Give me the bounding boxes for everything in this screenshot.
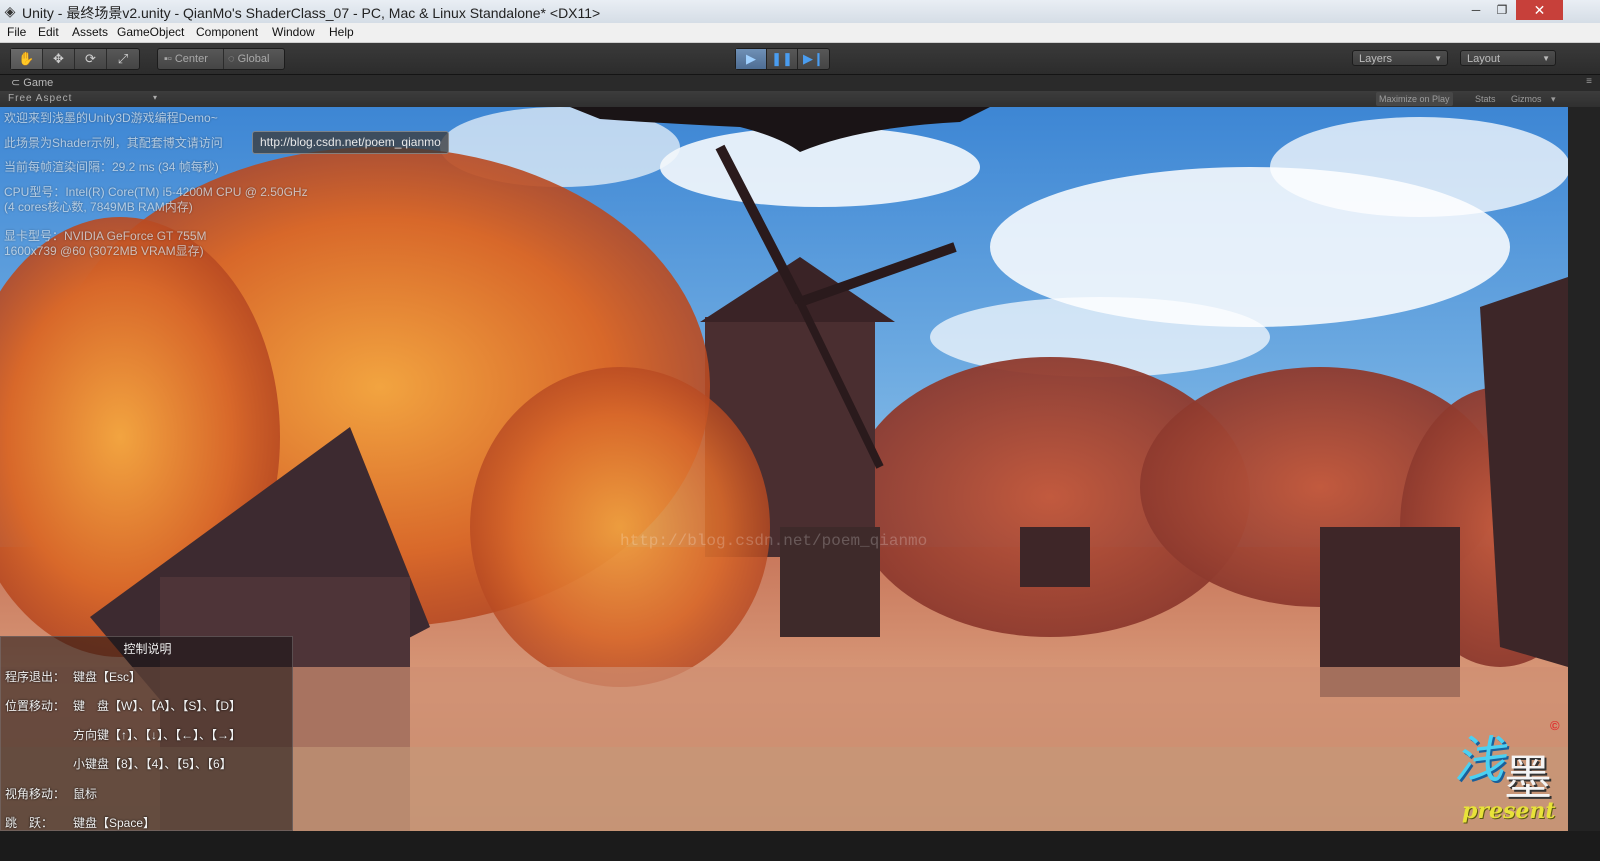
pivot-global-label: Global <box>237 53 270 65</box>
layout-dropdown-label: Layout <box>1467 53 1501 65</box>
pause-button[interactable]: ❚❚ <box>767 49 798 69</box>
stats-button[interactable]: Stats <box>1472 92 1499 106</box>
controls-value-move-arrows: 方向键【↑】、【↓】、【←】、【→】 <box>73 728 242 742</box>
controls-value-move-numpad: 小键盘【8】、【4】、【5】、【6】 <box>73 757 232 771</box>
menu-component[interactable]: Component <box>196 25 258 39</box>
resolution-text: 1600x739 @60 (3072MB VRAM显存) <box>4 244 204 258</box>
maximize-on-play-button[interactable]: Maximize on Play <box>1376 92 1453 106</box>
maximize-button[interactable]: ❐ <box>1488 0 1516 20</box>
controls-value-jump: 键盘【Space】 <box>73 816 156 830</box>
controls-label-move: 位置移动： <box>5 699 66 713</box>
menu-assets[interactable]: Assets <box>72 25 108 39</box>
pivot-toggles: ▪▫ Center ◌ Global <box>157 48 285 70</box>
chevron-down-icon: ▾ <box>153 93 159 102</box>
controls-label-jump: 跳 跃： <box>5 816 54 830</box>
controls-value-exit: 键盘【Esc】 <box>73 670 142 684</box>
qianmo-logo: 浅 墨 present © <box>1450 716 1568 828</box>
controls-label-view: 视角移动： <box>5 787 66 801</box>
move-tool-icon[interactable]: ✥ <box>43 49 75 69</box>
welcome-text: 欢迎来到浅墨的Unity3D游戏编程Demo~ <box>4 111 218 125</box>
controls-label-exit: 程序退出： <box>5 670 66 684</box>
game-view-controls: Free Aspect ▾ Maximize on Play Stats Gizm… <box>0 91 1600 108</box>
aspect-dropdown[interactable]: Free Aspect ▾ <box>8 93 157 104</box>
game-viewport[interactable]: 欢迎来到浅墨的Unity3D游戏编程Demo~ 此场景为Shader示例，其配套… <box>0 107 1568 831</box>
menu-bar: File Edit Assets GameObject Component Wi… <box>0 23 1600 43</box>
tab-game[interactable]: ⊂ Game <box>5 76 61 91</box>
menu-file[interactable]: File <box>7 25 26 39</box>
menu-edit[interactable]: Edit <box>38 25 59 39</box>
unity-logo-icon: ◈ <box>4 3 16 19</box>
window-title: Unity - 最终场景v2.unity - QianMo's ShaderCl… <box>22 5 601 21</box>
game-tab-bar: ⊂ Game ≡ <box>0 75 1600 91</box>
play-button[interactable]: ▶ <box>736 49 767 69</box>
blog-link-button[interactable]: http://blog.csdn.net/poem_qianmo <box>252 131 449 154</box>
pivot-icon: ▪▫ <box>164 53 175 65</box>
window-titlebar: ◈ Unity - 最终场景v2.unity - QianMo's Shader… <box>0 0 1600 24</box>
layers-dropdown[interactable]: Layers ▼ <box>1352 50 1448 66</box>
aspect-dropdown-label: Free Aspect <box>8 93 73 104</box>
hand-tool-icon[interactable]: ✋ <box>11 49 43 69</box>
layout-dropdown[interactable]: Layout ▼ <box>1460 50 1556 66</box>
pivot-center-label: Center <box>174 53 208 65</box>
tab-game-label: Game <box>23 77 54 89</box>
main-toolbar: ✋ ✥ ⟳ ⤢ ▪▫ Center ◌ Global ▶ ❚❚ ▶❙ Layer… <box>0 43 1600 75</box>
rotate-tool-icon[interactable]: ⟳ <box>75 49 107 69</box>
pivot-global-button[interactable]: ◌ Global <box>228 49 269 69</box>
close-button[interactable]: ✕ <box>1516 0 1563 20</box>
step-button[interactable]: ▶❙ <box>798 49 829 69</box>
status-bar <box>0 831 1600 861</box>
controls-value-move-keys: 键 盘【W】、【A】、【S】、【D】 <box>73 699 242 713</box>
pivot-center-button[interactable]: ▪▫ Center <box>164 49 224 69</box>
cpu-cores-text: (4 cores核心数, 7849MB RAM内存) <box>4 200 193 214</box>
minimize-button[interactable]: ─ <box>1462 0 1490 20</box>
gizmos-button[interactable]: Gizmos <box>1508 92 1545 106</box>
logo-present: present <box>1462 798 1556 824</box>
right-panel-edge <box>1568 107 1600 831</box>
transform-tools: ✋ ✥ ⟳ ⤢ <box>10 48 140 70</box>
menu-help[interactable]: Help <box>329 25 354 39</box>
chevron-down-icon: ▼ <box>1434 54 1442 63</box>
scale-tool-icon[interactable]: ⤢ <box>107 49 139 69</box>
play-controls: ▶ ❚❚ ▶❙ <box>735 48 830 70</box>
controls-value-view: 鼠标 <box>73 787 98 801</box>
chevron-down-icon: ▼ <box>1542 54 1550 63</box>
game-controller-icon: ⊂ <box>11 77 24 89</box>
watermark-text: http://blog.csdn.net/poem_qianmo <box>620 532 928 550</box>
layers-dropdown-label: Layers <box>1359 53 1393 65</box>
globe-icon: ◌ <box>228 53 238 65</box>
chevron-down-icon[interactable]: ▾ <box>1548 92 1559 106</box>
shader-info-text: 此场景为Shader示例，其配套博文请访问 <box>4 136 223 150</box>
copyright-icon: © <box>1550 718 1560 733</box>
tab-menu-icon[interactable]: ≡ <box>1586 76 1592 87</box>
menu-window[interactable]: Window <box>272 25 315 39</box>
logo-char-qian: 浅 <box>1454 731 1504 789</box>
frame-time-text: 当前每帧渲染间隔：29.2 ms (34 帧每秒) <box>4 160 219 174</box>
menu-gameobject[interactable]: GameObject <box>117 25 184 39</box>
controls-title: 控制说明 <box>123 642 172 656</box>
controls-panel: 控制说明 程序退出： 键盘【Esc】 位置移动： 键 盘【W】、【A】、【S】、… <box>0 636 293 831</box>
